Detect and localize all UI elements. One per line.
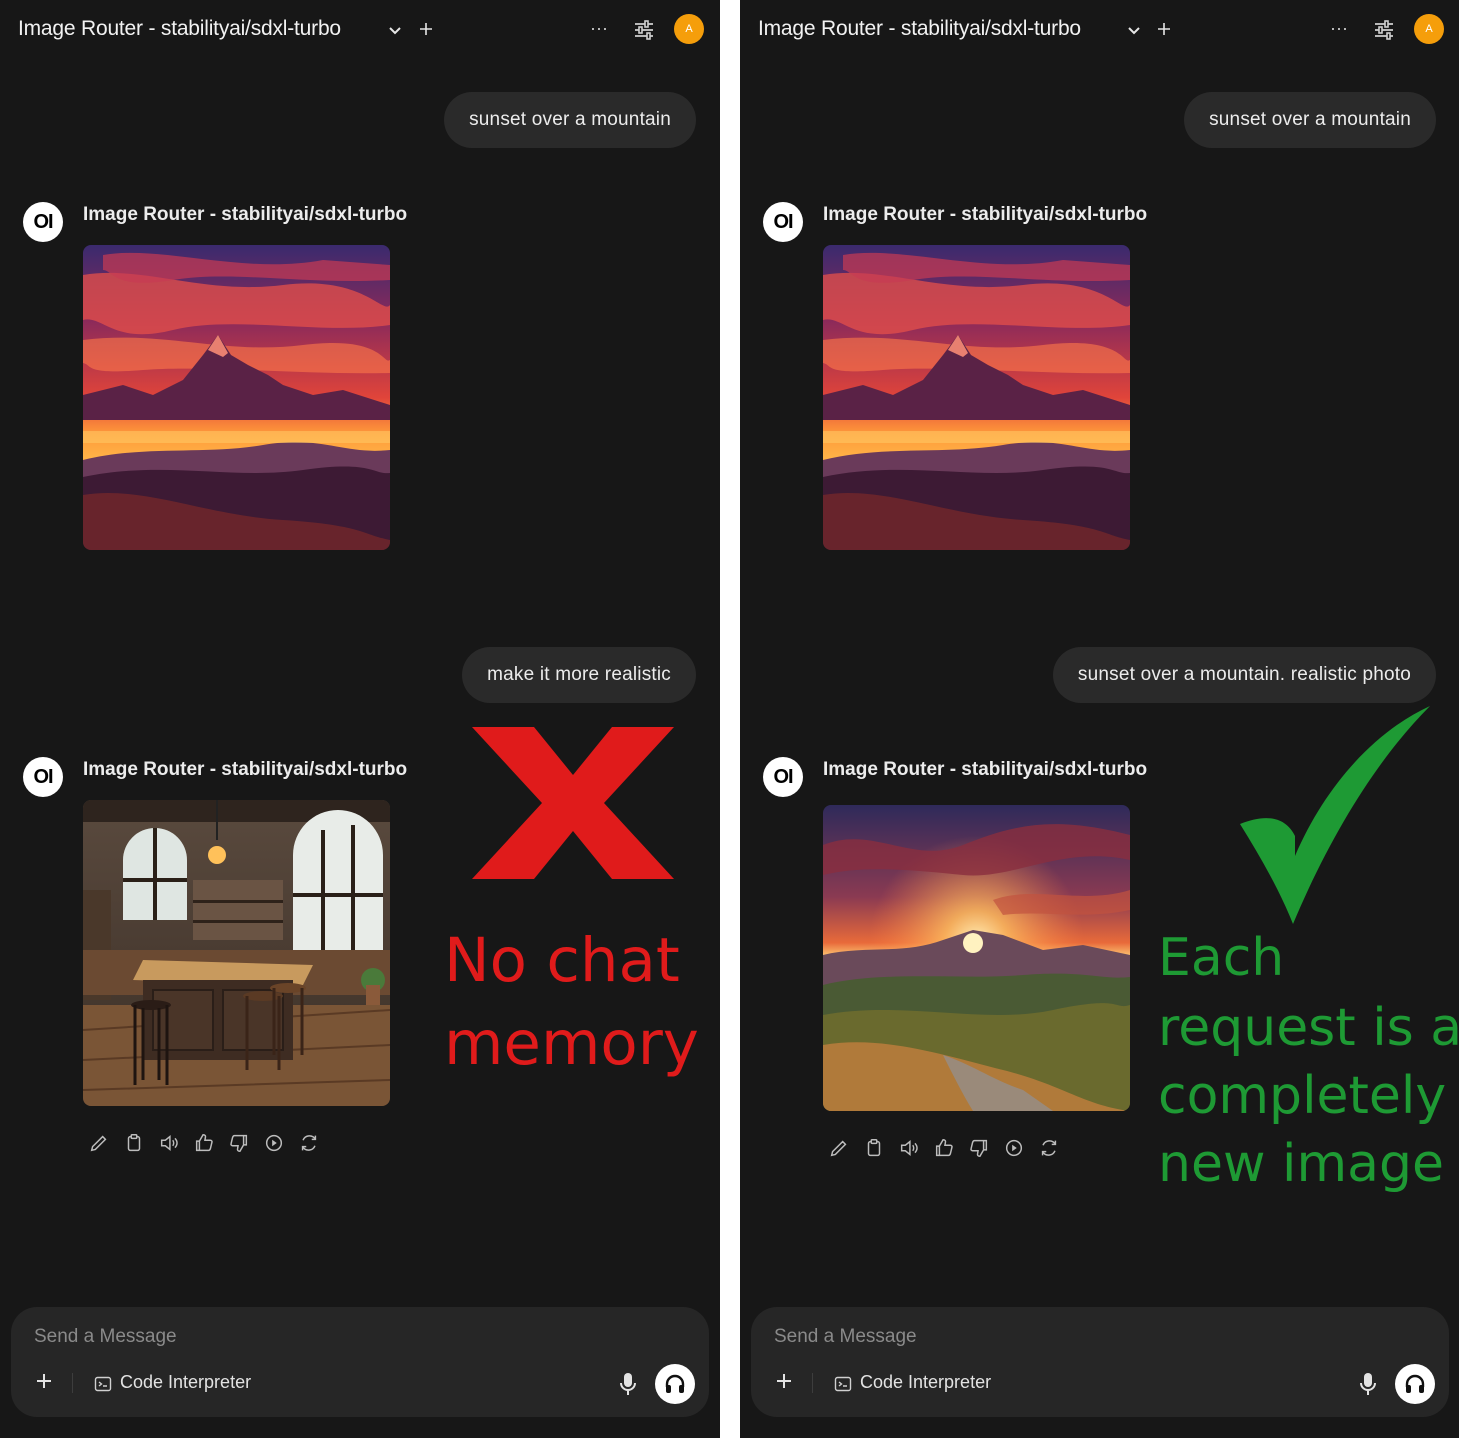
- chevron-down-icon[interactable]: [1126, 22, 1142, 38]
- microphone-icon[interactable]: [1357, 1371, 1379, 1397]
- thumbs-down-icon[interactable]: [228, 1132, 250, 1154]
- terminal-icon[interactable]: [834, 1375, 852, 1393]
- assistant-name: Image Router - stabilityai/sdxl-turbo: [823, 759, 1148, 780]
- annotation-line: No chat: [444, 925, 680, 996]
- user-avatar[interactable]: A: [674, 14, 704, 44]
- code-interpreter-toggle[interactable]: Code Interpreter: [120, 1372, 251, 1393]
- code-interpreter-toggle[interactable]: Code Interpreter: [860, 1372, 991, 1393]
- new-model-plus-icon[interactable]: [418, 20, 434, 38]
- generated-image-realistic-sunset[interactable]: [823, 805, 1130, 1111]
- top-bar: Image Router - stabilityai/sdxl-turbo ··…: [740, 0, 1459, 62]
- headphones-icon: [665, 1374, 685, 1393]
- copy-icon[interactable]: [863, 1137, 885, 1159]
- annotation-line: memory: [444, 1008, 699, 1079]
- more-options-icon[interactable]: ···: [1328, 18, 1350, 38]
- read-aloud-icon[interactable]: [898, 1137, 920, 1159]
- annotation-line: completely: [1158, 1066, 1447, 1126]
- divider: [72, 1373, 73, 1393]
- read-aloud-icon[interactable]: [158, 1132, 180, 1154]
- add-attachment-icon[interactable]: [774, 1371, 794, 1391]
- cross-mark-icon: [472, 727, 674, 879]
- headphones-icon: [1405, 1374, 1425, 1393]
- add-attachment-icon[interactable]: [34, 1371, 54, 1391]
- thumbs-up-icon[interactable]: [933, 1137, 955, 1159]
- copy-icon[interactable]: [123, 1132, 145, 1154]
- model-selector[interactable]: Image Router - stabilityai/sdxl-turbo: [18, 17, 341, 41]
- terminal-icon[interactable]: [94, 1375, 112, 1393]
- assistant-avatar: OI: [763, 202, 803, 242]
- assistant-name: Image Router - stabilityai/sdxl-turbo: [823, 204, 1148, 225]
- annotation-line: request is a: [1158, 998, 1459, 1058]
- edit-icon[interactable]: [828, 1137, 850, 1159]
- message-composer: Send a Message Code Interpreter: [11, 1307, 709, 1417]
- regenerate-icon[interactable]: [1038, 1137, 1060, 1159]
- regenerate-icon[interactable]: [298, 1132, 320, 1154]
- continue-icon[interactable]: [263, 1132, 285, 1154]
- assistant-avatar: OI: [23, 202, 63, 242]
- edit-icon[interactable]: [88, 1132, 110, 1154]
- top-bar: Image Router - stabilityai/sdxl-turbo ··…: [0, 0, 720, 62]
- new-model-plus-icon[interactable]: [1156, 20, 1172, 38]
- generated-image-mountain-sunset[interactable]: [823, 245, 1130, 550]
- assistant-avatar: OI: [23, 757, 63, 797]
- annotation-line: new image: [1158, 1134, 1444, 1194]
- assistant-name: Image Router - stabilityai/sdxl-turbo: [83, 204, 408, 225]
- chat-panel-right: Image Router - stabilityai/sdxl-turbo ··…: [740, 0, 1459, 1438]
- controls-sliders-icon[interactable]: [1372, 18, 1396, 42]
- user-message: sunset over a mountain: [444, 92, 696, 148]
- voice-mode-button[interactable]: [1395, 1364, 1435, 1404]
- voice-mode-button[interactable]: [655, 1364, 695, 1404]
- check-mark-icon: [1240, 706, 1430, 924]
- user-message: make it more realistic: [462, 647, 696, 703]
- user-message: sunset over a mountain: [1184, 92, 1436, 148]
- divider: [812, 1373, 813, 1393]
- assistant-avatar: OI: [763, 757, 803, 797]
- generated-image-kitchen[interactable]: [83, 800, 390, 1106]
- user-message: sunset over a mountain. realistic photo: [1052, 647, 1436, 703]
- user-avatar[interactable]: A: [1414, 14, 1444, 44]
- assistant-name: Image Router - stabilityai/sdxl-turbo: [83, 759, 408, 780]
- chevron-down-icon[interactable]: [387, 22, 403, 38]
- thumbs-down-icon[interactable]: [968, 1137, 990, 1159]
- microphone-icon[interactable]: [617, 1371, 639, 1397]
- continue-icon[interactable]: [1003, 1137, 1025, 1159]
- chat-panel-left: Image Router - stabilityai/sdxl-turbo ··…: [0, 0, 720, 1438]
- controls-sliders-icon[interactable]: [632, 18, 656, 42]
- annotation-line: Each: [1158, 928, 1285, 988]
- message-composer: Send a Message Code Interpreter: [751, 1307, 1449, 1417]
- message-input[interactable]: Send a Message: [34, 1326, 177, 1348]
- thumbs-up-icon[interactable]: [193, 1132, 215, 1154]
- message-input[interactable]: Send a Message: [774, 1326, 917, 1348]
- model-selector[interactable]: Image Router - stabilityai/sdxl-turbo: [758, 17, 1081, 41]
- more-options-icon[interactable]: ···: [588, 18, 610, 38]
- generated-image-mountain-sunset[interactable]: [83, 245, 390, 550]
